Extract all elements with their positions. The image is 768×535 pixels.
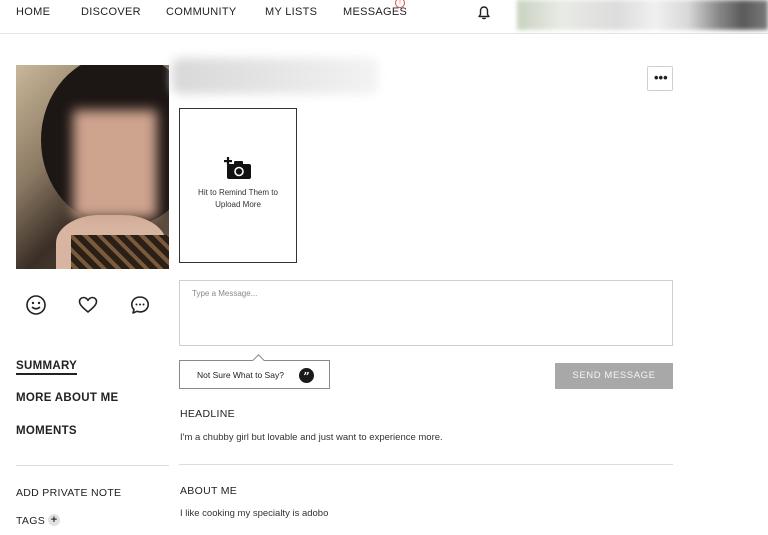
heart-icon[interactable] <box>77 294 99 316</box>
chat-icon[interactable] <box>129 294 151 316</box>
sidebar-divider <box>16 465 169 466</box>
profile-name-blurred <box>172 58 378 94</box>
nav-community[interactable]: COMMUNITY <box>166 6 237 18</box>
nav-messages[interactable]: MESSAGES <box>343 6 407 18</box>
suggestions-button[interactable]: Not Sure What to Say? ” <box>179 360 330 389</box>
camera-plus-icon <box>224 157 251 179</box>
about-me-title: ABOUT ME <box>180 485 238 497</box>
headline-title: HEADLINE <box>180 408 235 420</box>
smile-icon[interactable] <box>25 294 47 316</box>
message-input[interactable] <box>179 280 673 346</box>
tags-label: TAGS <box>16 515 46 527</box>
add-private-note-link[interactable]: ADD PRIVATE NOTE <box>16 487 121 499</box>
nav-discover[interactable]: DISCOVER <box>81 6 141 18</box>
sidebar-link-moments[interactable]: MOMENTS <box>16 425 77 437</box>
nav-my-lists[interactable]: MY LISTS <box>265 6 317 18</box>
nav-home[interactable]: HOME <box>16 6 50 18</box>
add-tag-icon[interactable]: + <box>48 514 60 526</box>
account-menu-blurred[interactable] <box>517 0 768 30</box>
section-divider <box>179 464 673 465</box>
top-nav: HOME DISCOVER COMMUNITY MY LISTS MESSAGE… <box>0 0 768 34</box>
profile-photo[interactable] <box>16 65 169 269</box>
quote-icon: ” <box>299 368 314 383</box>
remind-upload-card[interactable]: Hit to Remind Them to Upload More <box>179 108 297 263</box>
more-options-button[interactable]: ••• <box>647 66 673 91</box>
bell-icon[interactable] <box>476 5 492 21</box>
about-me-text: I like cooking my specialty is adobo <box>180 508 329 519</box>
suggestions-label: Not Sure What to Say? <box>197 370 284 380</box>
ellipsis-icon: ••• <box>654 70 668 85</box>
upload-prompt-text: Hit to Remind Them to Upload More <box>198 188 278 209</box>
send-message-button[interactable]: SEND MESSAGE <box>555 363 673 389</box>
headline-text: I'm a chubby girl but lovable and just w… <box>180 432 443 443</box>
sidebar-link-more-about-me[interactable]: MORE ABOUT ME <box>16 392 119 404</box>
sidebar-link-summary[interactable]: SUMMARY <box>16 360 78 375</box>
